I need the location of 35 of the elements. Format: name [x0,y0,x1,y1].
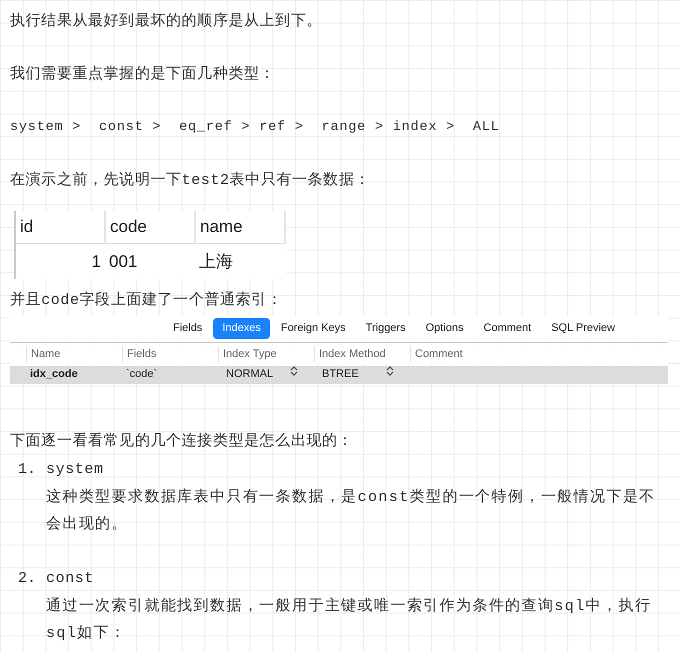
paragraph: 执行结果从最好到最坏的的顺序是从上到下。 [10,11,323,32]
item-description: 通过一次索引就能找到数据，一般用于主键或唯一索引作为条件的查询sql中，执行sql如下： [46,596,652,644]
tab[interactable]: SQL Preview [542,318,624,338]
table-cell-text: `code` [125,367,158,382]
tab[interactable]: Triggers [356,318,415,338]
select-value: NORMAL [225,367,274,382]
tab[interactable]: Fields [164,318,212,338]
list-number: 1. [18,460,34,480]
join-type-order: system > const > eq_ref > ref > range > index > ALL [10,119,501,137]
table-cell: 上海 [195,243,285,279]
column-header: code [105,211,195,243]
tab[interactable]: Comment [474,318,540,338]
column-header: Comment [410,346,668,362]
table-cell: 001 [105,243,195,279]
index-row[interactable]: idx_code `code` NORMAL BTREE [10,366,668,384]
paragraph: 下面逐一看看常见的几个连接类型是怎么出现的： [10,432,354,452]
column-header: name [195,211,285,243]
tab[interactable]: Indexes [213,318,270,338]
item-title: const [46,568,96,588]
column-header: Name [26,346,122,362]
tab[interactable]: Foreign Keys [272,318,355,338]
paragraph: 在演示之前，先说明一下test2表中只有一条数据： [10,170,372,191]
paragraph: 并且code字段上面建了一个普通索引： [10,290,284,311]
select-value: BTREE [321,367,359,382]
item-title: system [46,460,105,480]
column-header: id [15,211,105,243]
table-cell-text: idx_code [29,367,79,382]
column-header: Index Type [218,346,314,362]
list-number: 2. [18,568,34,588]
paragraph: 我们需要重点掌握的是下面几种类型： [10,64,276,85]
table-cell: 1 [15,243,105,279]
tab[interactable]: Options [416,318,473,338]
column-header: Fields [122,346,218,362]
item-description: 这种类型要求数据库表中只有一条数据，是const类型的一个特例，一般情况下是不会出现的。 [46,487,657,534]
column-header: Index Method [314,346,410,362]
